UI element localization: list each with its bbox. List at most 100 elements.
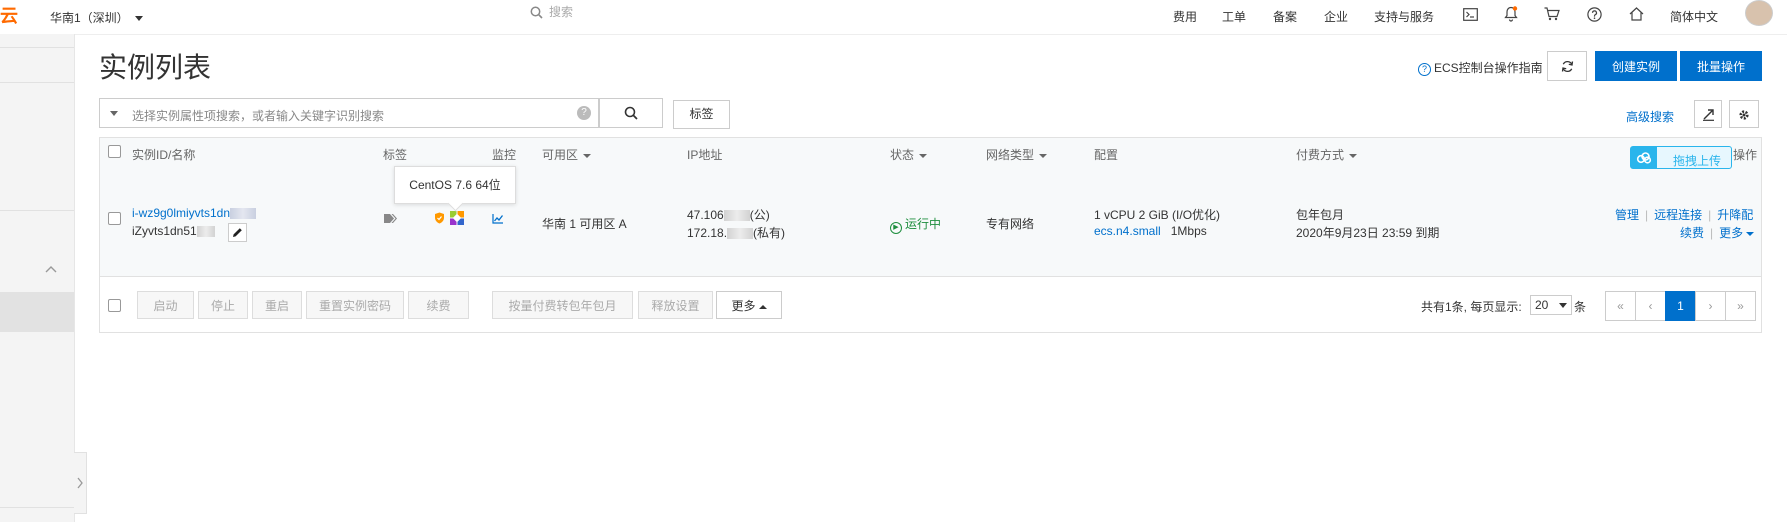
sidebar: [0, 34, 75, 522]
resize-link[interactable]: 升降配: [1717, 208, 1753, 222]
console-guide-label: ECS控制台操作指南: [1434, 61, 1543, 75]
cloud-icon: [1631, 147, 1657, 168]
sidebar-divider: [0, 47, 74, 48]
home-icon[interactable]: [1627, 5, 1645, 23]
first-page-button[interactable]: «: [1605, 291, 1636, 321]
column-status[interactable]: 状态: [890, 146, 928, 163]
search-button[interactable]: [599, 98, 663, 128]
renew-link[interactable]: 续费: [1680, 226, 1704, 240]
next-page-button[interactable]: ›: [1695, 291, 1726, 321]
public-ip-prefix: 47.106: [687, 208, 724, 222]
nav-icp[interactable]: 备案: [1273, 8, 1297, 25]
public-ip: 47.106 (公): [687, 206, 770, 223]
column-config: 配置: [1094, 148, 1119, 162]
instance-name: iZyvts1dn51: [132, 224, 197, 238]
page-title: 实例列表: [99, 52, 212, 83]
redacted-text: [723, 210, 750, 222]
advanced-search-link[interactable]: 高级搜索: [1626, 108, 1674, 125]
page-1-button[interactable]: 1: [1665, 291, 1696, 321]
avatar[interactable]: [1745, 0, 1773, 26]
security-shield-icon[interactable]: [434, 212, 445, 227]
terminal-icon[interactable]: [1461, 5, 1479, 23]
column-instance-id[interactable]: 实例ID/名称: [132, 146, 195, 163]
batch-operation-button[interactable]: 批量操作: [1680, 51, 1762, 81]
nav-billing[interactable]: 费用: [1173, 8, 1197, 25]
bandwidth-value: 1Mbps: [1170, 224, 1207, 238]
page-size-unit: 条: [1574, 300, 1587, 314]
centos-icon[interactable]: [450, 211, 464, 228]
select-all-footer-checkbox[interactable]: [108, 299, 121, 312]
region-label: 华南1（深圳）: [50, 11, 129, 25]
sidebar-divider: [0, 210, 74, 211]
stop-button[interactable]: 停止: [198, 291, 248, 319]
play-circle-icon: ▶: [890, 222, 902, 234]
cart-icon[interactable]: [1543, 5, 1561, 23]
select-all-checkbox[interactable]: [108, 145, 121, 158]
caret-down-icon: [919, 153, 928, 158]
export-button[interactable]: [1694, 100, 1722, 128]
region-selector[interactable]: 华南1（深圳）: [50, 9, 143, 26]
status-badge: ▶ 运行中: [890, 215, 941, 234]
restart-button[interactable]: 重启: [252, 291, 302, 319]
manage-link[interactable]: 管理: [1615, 208, 1639, 222]
more-button[interactable]: 更多: [716, 291, 782, 319]
help-icon[interactable]: ?: [577, 106, 591, 120]
instance-id-link[interactable]: i-wz9g0lmiyvts1dn: [132, 206, 230, 220]
nav-enterprise[interactable]: 企业: [1324, 8, 1348, 25]
chevron-up-icon[interactable]: [45, 262, 57, 276]
edit-name-button[interactable]: [228, 223, 247, 242]
zone-value: 华南 1 可用区 A: [542, 217, 627, 231]
drag-upload-widget[interactable]: 拖拽上传: [1630, 146, 1732, 169]
column-zone[interactable]: 可用区: [542, 146, 592, 163]
bell-icon[interactable]: [1502, 5, 1520, 23]
release-settings-button[interactable]: 释放设置: [638, 291, 713, 319]
logo[interactable]: 云: [0, 2, 18, 28]
console-guide-link[interactable]: ? ECS控制台操作指南: [1418, 59, 1543, 76]
refresh-button[interactable]: [1547, 51, 1587, 81]
language-switch[interactable]: 简体中文: [1670, 8, 1718, 25]
page-size-select[interactable]: 20: [1530, 295, 1572, 315]
start-button[interactable]: 启动: [137, 291, 194, 319]
separator: |: [1645, 208, 1649, 222]
tag-filter-button[interactable]: 标签: [673, 100, 730, 129]
tag-icon[interactable]: [383, 213, 398, 227]
separator: |: [1710, 226, 1714, 240]
row-checkbox[interactable]: [108, 212, 121, 225]
renew-button[interactable]: 续费: [408, 291, 469, 319]
instance-type-link[interactable]: ecs.n4.small: [1094, 224, 1161, 238]
remote-connect-link[interactable]: 远程连接: [1654, 208, 1702, 222]
help-icon[interactable]: [1585, 5, 1603, 23]
column-monitor: 监控: [492, 148, 517, 162]
network-type: 专有网络: [986, 217, 1035, 231]
drag-upload-label: 拖拽上传: [1673, 154, 1722, 168]
settings-button[interactable]: [1729, 100, 1759, 128]
create-instance-button[interactable]: 创建实例: [1595, 51, 1677, 81]
caret-down-icon: [1039, 153, 1048, 158]
column-network[interactable]: 网络类型: [986, 146, 1048, 163]
column-actions: 操作: [1733, 148, 1758, 162]
more-actions-link[interactable]: 更多: [1719, 226, 1755, 240]
redacted-text: [230, 208, 257, 220]
column-billing[interactable]: 付费方式: [1296, 146, 1358, 163]
convert-billing-button[interactable]: 按量付费转包年包月: [492, 291, 633, 319]
billing-type: 包年包月: [1296, 208, 1345, 222]
reset-password-button[interactable]: 重置实例密码: [306, 291, 404, 319]
separator: |: [1708, 208, 1712, 222]
sidebar-item-instances[interactable]: [0, 292, 74, 332]
private-ip: 172.18. (私有): [687, 224, 785, 241]
monitor-chart-icon[interactable]: [492, 213, 504, 227]
last-page-button[interactable]: »: [1725, 291, 1756, 321]
status-label: 运行中: [905, 217, 942, 231]
caret-down-icon: [110, 111, 118, 116]
prev-page-button[interactable]: ‹: [1635, 291, 1666, 321]
nav-ticket[interactable]: 工单: [1222, 8, 1246, 25]
search-icon: [624, 106, 638, 120]
global-search[interactable]: 搜索: [530, 3, 573, 20]
sidebar-collapse-handle[interactable]: [74, 452, 87, 514]
search-input[interactable]: 选择实例属性项搜索，或者输入关键字识别搜索 ?: [99, 98, 599, 128]
pagination-summary: 共有1条, 每页显示:: [1421, 300, 1522, 314]
row-actions-line1: 管理 | 远程连接 | 升降配: [1615, 206, 1753, 223]
nav-support[interactable]: 支持与服务: [1374, 8, 1434, 25]
column-billing-label: 付费方式: [1296, 148, 1345, 162]
spec-value: 1 vCPU 2 GiB (I/O优化): [1094, 208, 1221, 222]
